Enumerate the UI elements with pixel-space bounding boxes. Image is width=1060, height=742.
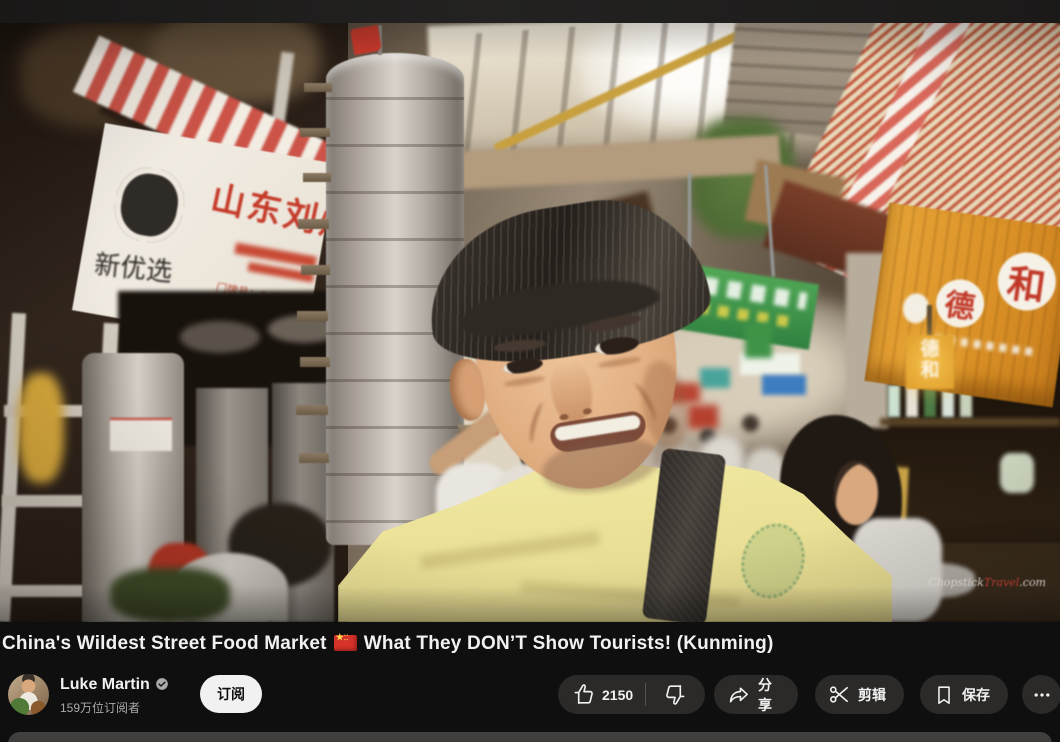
steamer-handle xyxy=(304,83,332,92)
subscriber-count: 159万位订阅者 xyxy=(60,699,140,716)
save-label: 保存 xyxy=(962,685,990,705)
steamer-handle xyxy=(300,357,330,367)
pot-label xyxy=(110,418,172,451)
clip-label: 剪辑 xyxy=(858,685,886,705)
more-actions-button[interactable] xyxy=(1022,675,1060,714)
steamer-handle xyxy=(298,219,329,229)
host-head xyxy=(419,203,741,533)
sign-script-text: 新优选 xyxy=(93,244,174,289)
subscribe-button[interactable]: 订阅 xyxy=(200,675,262,713)
share-icon xyxy=(728,683,751,706)
steamer-handle xyxy=(296,405,328,415)
jar xyxy=(1000,453,1034,493)
clip-button[interactable]: 剪辑 xyxy=(815,675,904,714)
cn-flag-icon xyxy=(334,635,357,651)
steamer-handle xyxy=(301,265,330,275)
bottle xyxy=(888,385,900,417)
small-yellow-sign: 德 和 xyxy=(906,335,954,389)
red-flag xyxy=(350,25,382,55)
small-sign-char1: 德 xyxy=(920,339,939,360)
steamer-handle xyxy=(299,453,329,463)
video-title: China's Wildest Street Food Market What T… xyxy=(2,633,1052,655)
steamer-handle xyxy=(300,128,330,137)
verified-badge-icon xyxy=(155,677,169,691)
watch-page: 新优选 山东刘烨 门牌号：3-27号 xyxy=(0,0,1060,742)
steamer-handle xyxy=(303,173,331,182)
crowd-head xyxy=(742,415,759,432)
shelf-line xyxy=(880,418,1060,426)
steamer-handle xyxy=(297,311,328,321)
channel-watermark: ChopstickTravel.com xyxy=(928,576,1046,589)
video-title-part1: China's Wildest Street Food Market xyxy=(2,633,327,654)
yellow-bag xyxy=(18,373,64,483)
orange-sign: 德 和 xyxy=(864,203,1060,408)
like-count: 2150 xyxy=(602,687,633,703)
distant-sign xyxy=(745,323,772,358)
sign-subline xyxy=(234,243,317,268)
bookmark-icon xyxy=(933,684,955,706)
ellipsis-icon xyxy=(1032,685,1052,705)
video-title-part2: What They DON’T Show Tourists! (Kunming) xyxy=(364,633,774,654)
like-dislike-pill: 2150 xyxy=(558,675,705,714)
channel-name[interactable]: Luke Martin xyxy=(60,676,169,694)
pot-top xyxy=(180,321,260,353)
save-button[interactable]: 保存 xyxy=(920,675,1008,714)
share-label: 分享 xyxy=(758,675,784,715)
sign-title-text: 山东刘烨 xyxy=(207,171,336,250)
small-sign-pole xyxy=(927,305,932,337)
orange-sign-char1: 德 xyxy=(942,280,978,328)
like-button[interactable]: 2150 xyxy=(558,675,645,714)
orange-sign-char2: 和 xyxy=(1004,252,1049,312)
scissors-icon xyxy=(828,683,851,706)
thumbs-down-icon xyxy=(664,683,687,706)
share-button[interactable]: 分享 xyxy=(714,675,798,714)
dislike-button[interactable] xyxy=(646,675,705,714)
woman-face xyxy=(834,461,878,525)
masthead-strip xyxy=(0,0,1060,23)
distant-sign xyxy=(762,375,806,395)
channel-avatar[interactable] xyxy=(8,674,49,715)
greens-pile xyxy=(110,568,230,622)
description-box[interactable] xyxy=(8,732,1052,742)
video-player[interactable]: 新优选 山东刘烨 门牌号：3-27号 xyxy=(0,23,1060,622)
thumbs-up-icon xyxy=(572,683,595,706)
small-sign-char2: 和 xyxy=(920,360,939,381)
